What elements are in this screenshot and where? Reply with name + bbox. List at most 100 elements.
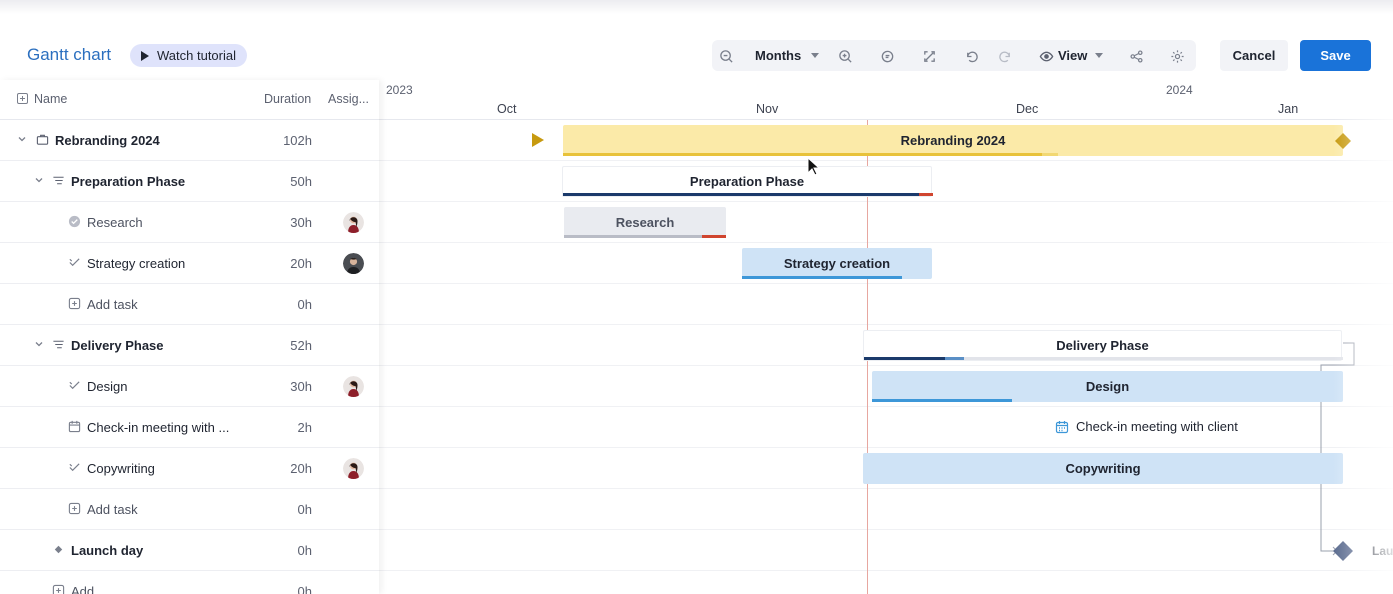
task-check-icon[interactable]: [68, 379, 81, 392]
avatar[interactable]: [343, 212, 364, 233]
column-assignee-header[interactable]: Assig...: [328, 92, 369, 106]
gantt-bar-design[interactable]: Design: [872, 371, 1343, 402]
task-name: Launch day: [71, 543, 144, 558]
task-check-icon[interactable]: [68, 256, 81, 269]
view-menu-button[interactable]: View: [1058, 48, 1087, 63]
task-duration: 0h: [297, 584, 312, 594]
gantt-toolbar: Months View: [712, 40, 1196, 71]
grid-row-copywriting[interactable]: Copywriting 20h: [0, 448, 379, 489]
watch-tutorial-button[interactable]: Watch tutorial: [130, 44, 247, 67]
meeting-label: Check-in meeting with client: [1076, 419, 1238, 434]
task-name: Strategy creation: [87, 256, 186, 271]
gantt-bar-copywriting[interactable]: Copywriting: [863, 453, 1343, 484]
gantt-timeline: 2023 2024 Oct Nov Dec Jan Rebranding 202…: [379, 80, 1393, 594]
timeline-header: 2023 2024 Oct Nov Dec Jan: [379, 80, 1393, 120]
grid-row-delivery-phase[interactable]: Delivery Phase 52h: [0, 325, 379, 366]
zoom-unit-select[interactable]: Months: [755, 48, 801, 63]
month-label: Nov: [756, 102, 779, 116]
task-name: Copywriting: [87, 461, 155, 476]
progress-bar: [864, 357, 945, 360]
calendar-icon: [1055, 420, 1069, 433]
progress-bar: [563, 153, 1042, 156]
task-duration: 30h: [290, 379, 312, 394]
avatar[interactable]: [343, 376, 364, 397]
grid-row-preparation-phase[interactable]: Preparation Phase 50h: [0, 161, 379, 202]
column-name-header[interactable]: Name: [34, 92, 67, 106]
year-label: 2024: [1166, 83, 1193, 97]
grid-row-add[interactable]: Add 0h: [0, 571, 379, 594]
undo-icon[interactable]: [963, 48, 979, 64]
chevron-down-icon[interactable]: [34, 339, 44, 349]
task-name: Check-in meeting with ...: [87, 420, 230, 435]
chevron-down-icon[interactable]: [811, 53, 819, 58]
eye-icon[interactable]: [1038, 48, 1054, 64]
bar-label: Strategy creation: [783, 256, 891, 271]
bar-label: Delivery Phase: [1056, 338, 1149, 353]
milestone-diamond-icon[interactable]: [1332, 540, 1354, 562]
phase-icon: [52, 338, 65, 351]
progress-bar: [872, 399, 1012, 402]
save-button[interactable]: Save: [1300, 40, 1371, 71]
add-task-label[interactable]: Add task: [87, 297, 138, 312]
task-duration: 20h: [290, 256, 312, 271]
grid-row-add-task[interactable]: Add task 0h: [0, 489, 379, 530]
add-label[interactable]: Add: [71, 584, 94, 594]
milestone-label: Laun: [1372, 544, 1393, 558]
calendar-icon: [68, 420, 81, 433]
completed-check-icon[interactable]: [68, 215, 81, 228]
gantt-bar-strategy-creation[interactable]: Strategy creation: [742, 248, 932, 279]
project-start-marker-icon[interactable]: [531, 132, 545, 148]
chevron-down-icon[interactable]: [34, 175, 44, 185]
task-name: Rebranding 2024: [55, 133, 160, 148]
timeline-row: [379, 489, 1393, 530]
grid-row-check-in-meeting[interactable]: Check-in meeting with ... 2h: [0, 407, 379, 448]
gantt-bar-delivery-phase[interactable]: Delivery Phase: [863, 330, 1343, 361]
timeline-row: [379, 284, 1393, 325]
phase-icon: [52, 174, 65, 187]
column-duration-header[interactable]: Duration: [264, 92, 311, 106]
chevron-down-icon[interactable]: [1095, 53, 1103, 58]
project-end-marker-icon[interactable]: [1334, 132, 1352, 150]
share-icon[interactable]: [1128, 48, 1144, 64]
comment-icon[interactable]: [879, 48, 895, 64]
grid-row-rebranding[interactable]: Rebranding 2024 102h: [0, 120, 379, 161]
grid-row-design[interactable]: Design 30h: [0, 366, 379, 407]
watch-tutorial-label: Watch tutorial: [157, 48, 236, 63]
timeline-row: [379, 407, 1393, 448]
timeline-row: [379, 530, 1393, 571]
timeline-row: [379, 202, 1393, 243]
briefcase-icon: [36, 133, 49, 146]
grid-row-strategy-creation[interactable]: Strategy creation 20h: [0, 243, 379, 284]
grid-row-research[interactable]: Research 30h: [0, 202, 379, 243]
task-duration: 0h: [297, 297, 312, 312]
progress-bar: [742, 276, 902, 279]
gantt-bar-rebranding[interactable]: Rebranding 2024: [563, 125, 1343, 156]
gantt-bar-research[interactable]: Research: [564, 207, 726, 238]
task-duration: 50h: [290, 174, 312, 189]
grid-row-launch-day[interactable]: Launch day 0h: [0, 530, 379, 571]
avatar[interactable]: [343, 253, 364, 274]
overdue-indicator: [919, 193, 933, 196]
month-label: Jan: [1278, 102, 1299, 116]
redo-icon[interactable]: [997, 48, 1013, 64]
task-check-icon[interactable]: [68, 461, 81, 474]
zoom-in-icon[interactable]: [837, 48, 853, 64]
task-name: Research: [87, 215, 143, 230]
task-duration: 0h: [297, 543, 312, 558]
fullscreen-icon[interactable]: [921, 48, 937, 64]
plus-square-icon[interactable]: [68, 502, 81, 515]
plus-square-icon[interactable]: [68, 297, 81, 310]
bar-label: Copywriting: [1065, 461, 1141, 476]
cancel-button[interactable]: Cancel: [1220, 40, 1288, 71]
grid-row-add-task[interactable]: Add task 0h: [0, 284, 379, 325]
avatar[interactable]: [343, 458, 364, 479]
chevron-down-icon[interactable]: [17, 134, 27, 144]
add-task-label[interactable]: Add task: [87, 502, 138, 517]
plus-square-icon[interactable]: [52, 584, 65, 594]
gantt-bar-preparation-phase[interactable]: Preparation Phase: [562, 166, 933, 197]
add-column-icon[interactable]: [17, 93, 28, 104]
settings-icon[interactable]: [1169, 48, 1185, 64]
zoom-out-icon[interactable]: [718, 48, 734, 64]
gantt-meeting-check-in[interactable]: Check-in meeting with client: [1055, 419, 1238, 434]
bar-label: Rebranding 2024: [900, 133, 1006, 148]
